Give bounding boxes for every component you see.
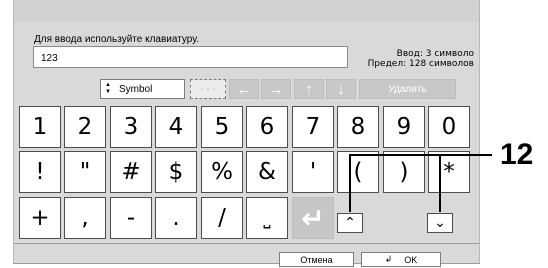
placeholder-button[interactable]: - - - <box>190 79 226 99</box>
mode-selector[interactable]: ▲ ▼ Symbol <box>100 79 185 99</box>
keyboard-panel: Для ввода используйте клавиатуру. 123 Вв… <box>13 0 480 264</box>
key-dollar[interactable]: $ <box>155 151 197 193</box>
key-comma[interactable]: , <box>64 197 106 239</box>
callout-number: 12 <box>500 138 534 171</box>
input-count: Ввод: 3 символо <box>396 49 474 59</box>
scroll-up-button[interactable]: ⌃ <box>337 213 363 233</box>
key-1[interactable]: 1 <box>19 106 61 148</box>
key-space[interactable]: ⎵ <box>246 197 288 239</box>
cursor-left-button[interactable]: ← <box>229 79 259 99</box>
key-6[interactable]: 6 <box>246 106 288 148</box>
cancel-button[interactable]: Отмена <box>279 252 354 267</box>
key-5[interactable]: 5 <box>201 106 243 148</box>
key-slash[interactable]: / <box>201 197 243 239</box>
cursor-right-button[interactable]: → <box>261 79 291 99</box>
callout-leader-horizontal <box>349 154 492 156</box>
key-percent[interactable]: % <box>201 151 243 193</box>
mode-label: Symbol <box>118 83 153 95</box>
key-3[interactable]: 3 <box>110 106 152 148</box>
key-ampersand[interactable]: & <box>246 151 288 193</box>
cursor-up-button[interactable]: ↑ <box>294 79 324 99</box>
enter-icon: ↲ <box>384 254 393 264</box>
input-limit: Предел: 128 символов <box>367 59 474 69</box>
key-7[interactable]: 7 <box>292 106 334 148</box>
key-8[interactable]: 8 <box>337 106 379 148</box>
callout-leader-right <box>439 154 441 212</box>
key-double-quote[interactable]: " <box>64 151 106 193</box>
key-hash[interactable]: # <box>110 151 152 193</box>
key-asterisk[interactable]: * <box>428 151 470 193</box>
key-minus[interactable]: - <box>110 197 152 239</box>
ok-label: OK <box>404 254 418 265</box>
key-plus[interactable]: + <box>19 197 61 239</box>
delete-button[interactable]: Удалить <box>359 79 456 99</box>
input-prompt: Для ввода используйте клавиатуру. <box>34 34 200 45</box>
key-close-paren[interactable]: ) <box>383 151 425 193</box>
key-period[interactable]: . <box>155 197 197 239</box>
text-input[interactable]: 123 <box>33 46 348 68</box>
cursor-down-button[interactable]: ↓ <box>326 79 356 99</box>
key-exclamation[interactable]: ! <box>19 151 61 193</box>
ok-button[interactable]: ↲ OK <box>361 252 441 267</box>
key-apostrophe[interactable]: ' <box>292 151 334 193</box>
callout-leader-left <box>349 154 351 212</box>
key-4[interactable]: 4 <box>155 106 197 148</box>
header-strip <box>14 0 479 22</box>
enter-key[interactable]: ↵ <box>292 197 334 239</box>
key-0[interactable]: 0 <box>428 106 470 148</box>
key-9[interactable]: 9 <box>383 106 425 148</box>
stepper-icon: ▲ ▼ <box>105 82 111 95</box>
scroll-down-button[interactable]: ⌄ <box>427 213 453 233</box>
key-open-paren[interactable]: ( <box>337 151 379 193</box>
key-2[interactable]: 2 <box>64 106 106 148</box>
